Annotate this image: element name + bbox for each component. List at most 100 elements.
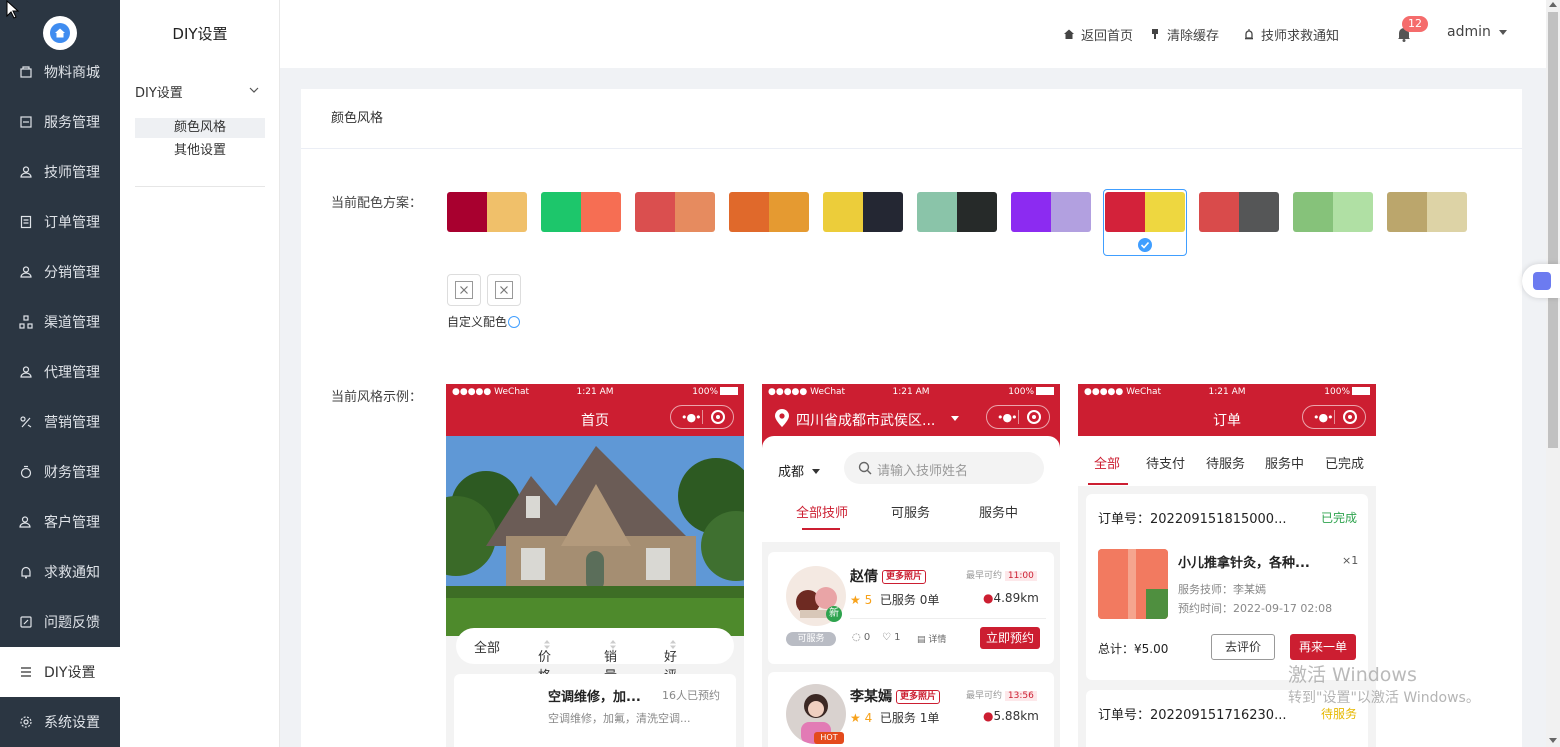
order-tabs: 全部 待支付 待服务 服务中 已完成 <box>1078 436 1376 486</box>
windows-activation-title: 激活 Windows <box>1288 664 1417 686</box>
sidebar-item-6[interactable]: 代理管理 <box>0 347 120 397</box>
sidebar-item-3[interactable]: 订单管理 <box>0 197 120 247</box>
order-tab-in-service[interactable]: 服务中 <box>1265 453 1304 472</box>
sidebar-item-11[interactable]: 问题反馈 <box>0 597 120 647</box>
filter-price[interactable]: 价格 <box>538 637 551 684</box>
radio-icon[interactable] <box>508 316 521 328</box>
tab-available[interactable]: 可服务 <box>891 502 930 521</box>
comment-value: 0 <box>863 632 871 643</box>
mini-program-capsule: •●• <box>1302 405 1366 429</box>
location-pin-icon: ● <box>983 591 994 605</box>
custom-color-secondary-picker[interactable] <box>487 274 521 306</box>
phone-navbar: 首页 •●• <box>446 400 744 436</box>
tab-all-technicians[interactable]: 全部技师 <box>796 502 848 521</box>
sidebar-item-label: 分销管理 <box>44 265 100 281</box>
floating-chat-button[interactable] <box>1522 264 1560 298</box>
sidebar-item-7[interactable]: 营销管理 <box>0 397 120 447</box>
review-button[interactable]: 去评价 <box>1211 634 1275 660</box>
order-tab-all[interactable]: 全部 <box>1094 453 1120 472</box>
service-name: 空调维修，加... <box>548 690 641 705</box>
color-scheme-swatch[interactable] <box>1199 192 1279 232</box>
order-card[interactable]: 订单号：202209151815000... 已完成 小儿推拿针灸，各种... … <box>1086 494 1368 680</box>
subnav-group-diy[interactable]: DIY设置 <box>135 82 265 102</box>
sidebar-item-label: 客户管理 <box>44 515 100 531</box>
back-home-link[interactable]: 返回首页 <box>1063 25 1133 44</box>
custom-color-primary-picker[interactable] <box>447 274 481 306</box>
tech-search-box[interactable]: 请输入技师姓名 <box>844 452 1044 484</box>
order-tab-unpaid[interactable]: 待支付 <box>1146 453 1185 472</box>
reorder-button[interactable]: 再来一单 <box>1290 634 1356 660</box>
vertical-scrollbar[interactable] <box>1546 0 1560 747</box>
sidebar-item-10[interactable]: 求救通知 <box>0 547 120 597</box>
more-photos-tag[interactable]: 更多照片 <box>882 570 927 584</box>
sidebar-item-0[interactable]: 物料商城 <box>0 47 120 97</box>
diy-icon <box>19 665 33 679</box>
sidebar-item-9[interactable]: 客户管理 <box>0 497 120 547</box>
location-text[interactable]: 四川省成都市武侯区... <box>796 410 935 430</box>
sidebar-item-4[interactable]: 分销管理 <box>0 247 120 297</box>
filter-all[interactable]: 全部 <box>474 637 500 656</box>
subnav-title: DIY设置 <box>172 25 228 43</box>
sidebar-item-8[interactable]: 财务管理 <box>0 447 120 497</box>
mini-program-capsule: •●• <box>986 405 1050 429</box>
color-scheme-swatch[interactable] <box>1387 192 1467 232</box>
order-tab-completed[interactable]: 已完成 <box>1325 453 1364 472</box>
color-scheme-swatch[interactable] <box>447 192 527 232</box>
filter-sales[interactable]: 销量 <box>604 637 617 684</box>
close-target-icon <box>711 410 725 424</box>
color-scheme-swatch[interactable] <box>541 192 621 232</box>
service-card[interactable]: 空调维修，加... 16人已预约 空调维修，加氟，清洗空调... <box>454 674 736 747</box>
order-status: 已完成 <box>1321 511 1358 525</box>
chevron-down-icon <box>249 87 259 93</box>
sidebar-item-2[interactable]: 技师管理 <box>0 147 120 197</box>
color-scheme-swatch[interactable] <box>729 192 809 232</box>
custom-color-option[interactable]: 自定义配色 <box>447 313 521 330</box>
city-selector[interactable]: 成都 <box>778 461 821 480</box>
detail-label: 详情 <box>928 635 947 645</box>
technician-card[interactable]: HOT 李某嫣 更多照片 最早可约 13:56 ★ 4 已服务 1单 ●5.88k… <box>768 672 1054 747</box>
scrollbar-thumb[interactable] <box>1548 12 1558 448</box>
technician-card[interactable]: 新 可服务 赵倩 更多照片 最早可约 11:00 ★ 5 已服务 0单 ●4.89… <box>768 552 1054 664</box>
sidebar-item-1[interactable]: 服务管理 <box>0 97 120 147</box>
detail-link[interactable]: ▤ 详情 <box>917 632 946 645</box>
distance-row: ●5.88km <box>983 709 1039 723</box>
clear-cache-link[interactable]: 清除缓存 <box>1149 25 1219 44</box>
sidebar-item-12[interactable]: DIY设置 <box>0 647 120 697</box>
color-scheme-swatch[interactable] <box>1011 192 1091 232</box>
check-icon <box>1138 238 1152 252</box>
home-logo-icon[interactable] <box>43 16 77 50</box>
user-menu[interactable]: admin <box>1447 24 1507 40</box>
sidebar-item-5[interactable]: 渠道管理 <box>0 297 120 347</box>
distance-value: 5.88km <box>993 709 1039 723</box>
mini-program-capsule: •●• <box>670 405 734 429</box>
notification-badge: 12 <box>1402 16 1428 32</box>
tab-indicator <box>802 528 840 530</box>
more-dots-icon: •●• <box>997 411 1018 424</box>
sidebar-item-13[interactable]: 系统设置 <box>0 697 120 747</box>
order-tab-pending-service[interactable]: 待服务 <box>1206 453 1245 472</box>
service-description: 空调维修，加氟，清洗空调... <box>548 712 691 725</box>
scroll-down-icon[interactable] <box>1549 738 1557 743</box>
comment-count[interactable]: ◌ 0 <box>852 632 870 643</box>
phone-navbar: 订单 •●• <box>1078 400 1376 436</box>
order-quantity: ×1 <box>1342 554 1359 567</box>
sos-notice-link[interactable]: 技师求救通知 <box>1243 25 1339 44</box>
earliest-time: 11:00 <box>1004 571 1037 581</box>
tab-in-service[interactable]: 服务中 <box>979 502 1018 521</box>
color-scheme-swatch[interactable] <box>635 192 715 232</box>
color-scheme-swatch[interactable] <box>1293 192 1373 232</box>
battery-icon <box>1352 387 1370 395</box>
served-count: 已服务 1单 <box>879 711 940 725</box>
subnav-item-color-style[interactable]: 颜色风格 <box>135 118 265 138</box>
filter-rating[interactable]: 好评度 <box>664 637 677 703</box>
sub-navigation: DIY设置 DIY设置 颜色风格 其他设置 <box>120 0 280 747</box>
book-now-button[interactable]: 立即预约 <box>980 627 1040 649</box>
subnav-item-other-settings[interactable]: 其他设置 <box>135 141 265 161</box>
more-photos-tag[interactable]: 更多照片 <box>896 690 941 704</box>
color-scheme-swatch[interactable] <box>823 192 903 232</box>
color-scheme-swatch[interactable] <box>917 192 997 232</box>
feedback-icon <box>19 615 33 629</box>
scroll-up-icon[interactable] <box>1549 2 1557 7</box>
like-count[interactable]: ♡ 1 <box>882 632 901 643</box>
comment-icon: ◌ <box>852 632 861 643</box>
